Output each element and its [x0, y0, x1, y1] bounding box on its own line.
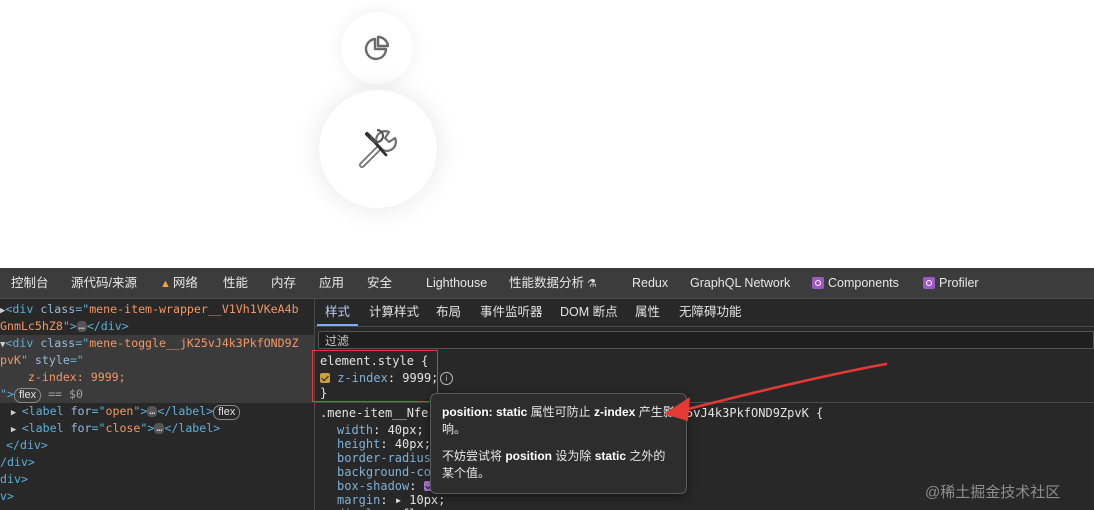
annotation-arrow [664, 362, 888, 421]
watermark: @稀土掘金技术社区 [925, 484, 1061, 501]
